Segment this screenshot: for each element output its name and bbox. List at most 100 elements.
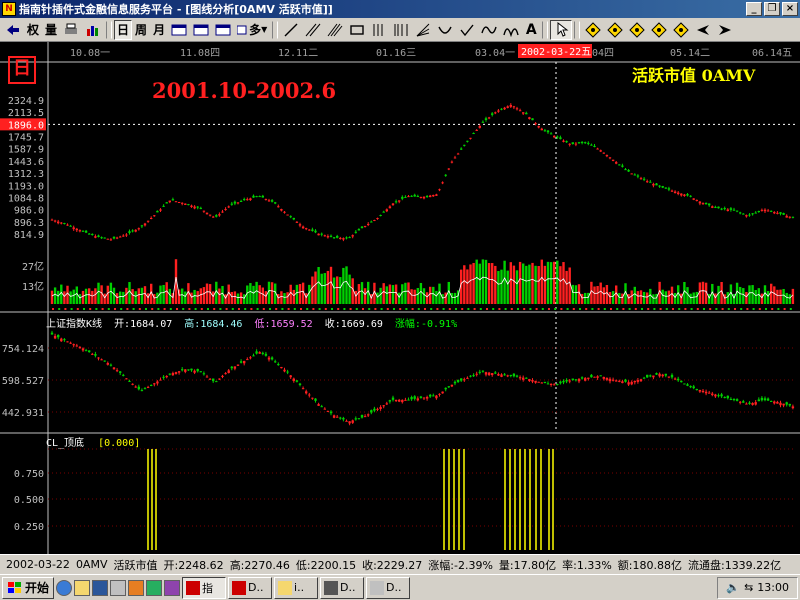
marker-dot (89, 308, 92, 310)
volume-bar (236, 293, 240, 304)
index-candle-body (565, 379, 568, 382)
channel-line-icon[interactable] (324, 20, 346, 40)
candle-body (608, 157, 612, 159)
candle-body (249, 198, 252, 201)
parallel-line-icon[interactable] (302, 20, 324, 40)
close-button[interactable]: × (782, 2, 798, 16)
line-tool-icon[interactable] (280, 20, 302, 40)
candle-body (444, 174, 447, 176)
diamond-nav-icon[interactable] (648, 20, 670, 40)
wave-icon[interactable] (478, 20, 500, 40)
candle-body (227, 206, 230, 208)
candle-body (106, 238, 109, 240)
candle-body (398, 200, 401, 202)
monthly-button[interactable]: 月 (150, 20, 168, 40)
volume-bar (754, 289, 757, 304)
diamond-nav-icon[interactable] (604, 20, 626, 40)
date-tick-label: 10.08一 (70, 48, 110, 59)
task-button[interactable]: D.. (366, 576, 411, 599)
price-axis-label: 896.3 (14, 218, 44, 229)
text-tool-icon[interactable]: A (522, 20, 540, 40)
paint-icon[interactable] (110, 579, 127, 596)
restore-button[interactable]: ❐ (764, 2, 780, 16)
chart-icon[interactable] (82, 20, 104, 40)
weekly-button[interactable]: 周 (132, 20, 150, 40)
minimize-button[interactable]: _ (746, 2, 762, 16)
cl-axis-label: 0.750 (14, 469, 44, 480)
index-candle-body (540, 382, 543, 384)
marker-dot (200, 308, 203, 310)
task-button[interactable]: D.. (320, 576, 365, 599)
task-button[interactable]: D.. (228, 576, 273, 599)
diamond-nav-icon[interactable] (626, 20, 648, 40)
index-candle-body (230, 366, 233, 369)
volume-bar (608, 291, 612, 304)
volume-bar (757, 288, 760, 304)
candle-body (410, 195, 413, 197)
check-line-icon[interactable] (456, 20, 478, 40)
rectangle-tool-icon[interactable] (346, 20, 368, 40)
candle-body (633, 174, 636, 176)
index-candle-body (270, 357, 274, 360)
weight-button[interactable]: 权 (24, 20, 42, 40)
volume-bar (342, 267, 345, 304)
window-icon[interactable] (212, 20, 234, 40)
window-icon[interactable] (190, 20, 212, 40)
diamond-nav-icon[interactable] (582, 20, 604, 40)
diamond-nav-icon[interactable] (670, 20, 692, 40)
candle-body (711, 206, 714, 208)
app-icon[interactable] (146, 579, 163, 596)
candle-body (246, 199, 249, 201)
volume-bar (618, 292, 621, 304)
volume-bar (611, 291, 615, 304)
ie-icon[interactable] (56, 579, 73, 596)
index-candle-body (757, 399, 760, 402)
candle-body (153, 215, 156, 217)
volume-bar (305, 293, 308, 304)
fan-lines-icon[interactable] (412, 20, 434, 40)
word-icon[interactable] (92, 579, 109, 596)
arc-tool-icon[interactable] (434, 20, 456, 40)
candle-body (531, 118, 534, 121)
multi-button[interactable]: 多 ▼ (234, 20, 270, 40)
candle-body (534, 123, 537, 125)
volume-button[interactable]: 量 (42, 20, 60, 40)
pointer-icon[interactable] (550, 19, 573, 40)
folder-icon[interactable] (74, 579, 91, 596)
index-candle-body (463, 379, 466, 381)
network-icon[interactable]: ⇆ (744, 581, 753, 594)
gann-lines-icon[interactable] (390, 20, 412, 40)
app-icon[interactable] (164, 579, 181, 596)
volume-bar (363, 288, 367, 304)
task-button[interactable]: 指 (182, 576, 227, 599)
candle-body (726, 209, 729, 211)
daily-button[interactable]: 日 (114, 19, 133, 40)
arrow-right-icon[interactable] (714, 20, 736, 40)
index-candle-body (286, 371, 289, 373)
print-icon[interactable] (60, 20, 82, 40)
marker-dot (194, 308, 197, 310)
candle-body (630, 173, 633, 175)
date-tick-label: 01.16三 (376, 48, 416, 59)
marker-dot (393, 308, 395, 310)
volume-bar (435, 290, 438, 304)
index-candle-body (618, 380, 621, 382)
candle-body (277, 206, 280, 208)
vertical-lines-icon[interactable] (368, 20, 390, 40)
index-candle-body (419, 396, 423, 398)
date-tick-label: 06.14五 (752, 48, 792, 59)
arrow-left-icon[interactable] (692, 20, 714, 40)
volume-bar (332, 277, 336, 304)
start-button[interactable]: 开始 (2, 576, 55, 599)
window-icon[interactable] (168, 20, 190, 40)
speaker-icon[interactable]: 🔈 (726, 581, 740, 594)
candle-body (283, 211, 286, 213)
chart-area[interactable]: 10.08一 11.08四 12.11二 01.16三 03.04一 04四 05.14二 0… (0, 42, 800, 554)
marker-dot (95, 308, 98, 310)
app-icon[interactable] (128, 579, 145, 596)
index-candle-body (692, 386, 695, 389)
cycle-icon[interactable] (500, 20, 522, 40)
task-button[interactable]: i.. (274, 576, 319, 599)
index-candle-body (587, 377, 590, 379)
return-icon[interactable] (2, 20, 24, 40)
